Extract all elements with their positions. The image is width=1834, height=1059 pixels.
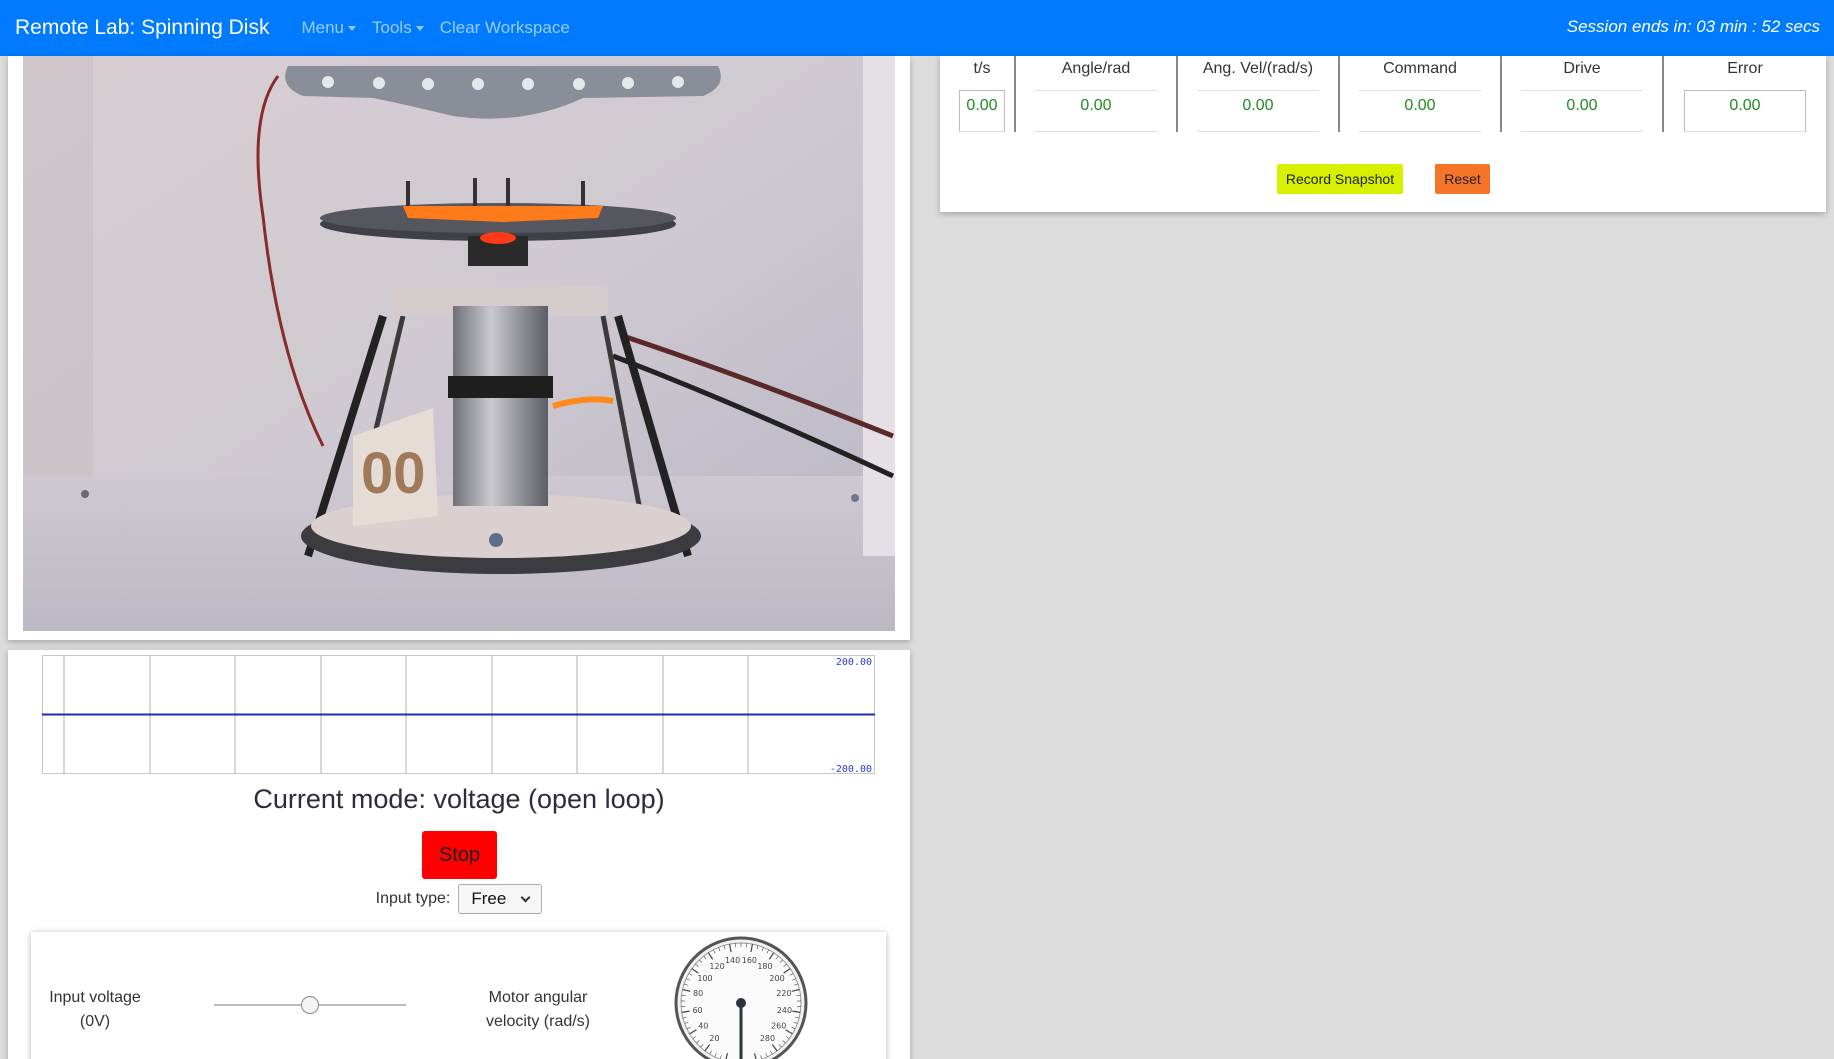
column-value: 0.00 xyxy=(1359,90,1481,132)
input-voltage-label-line1: Input voltage xyxy=(49,989,141,1006)
current-mode-text: Current mode: voltage (open loop) xyxy=(253,784,665,814)
gauge-tick-label: 280 xyxy=(760,1034,775,1043)
menu-label: Menu xyxy=(301,18,345,37)
input-type-row: Input type: Free xyxy=(8,884,910,914)
control-panel: 200.00 -200.00 Current mode: voltage (op… xyxy=(8,650,910,1059)
gauge-tick-label: 160 xyxy=(742,956,757,965)
input-type-select[interactable]: Free xyxy=(458,884,543,914)
gauge-tick-label: 140 xyxy=(725,956,740,965)
input-type-label: Input type: xyxy=(375,890,451,907)
gauge-tick-label: 100 xyxy=(697,974,712,983)
gauge-tick-label: 260 xyxy=(771,1022,786,1031)
voltage-slider-thumb[interactable] xyxy=(301,996,319,1014)
column-header: Ang. Vel/(rad/s) xyxy=(1202,60,1314,77)
gauge-tick-label: 220 xyxy=(776,989,791,998)
gauge-tick-label: 240 xyxy=(777,1006,792,1015)
svg-text:00: 00 xyxy=(361,441,426,506)
plot-min-label: -200.00 xyxy=(830,764,872,775)
column-header: Drive xyxy=(1563,60,1601,77)
input-voltage-label: Input voltage (0V) xyxy=(45,986,145,1034)
gauge-hub xyxy=(736,998,746,1008)
camera-feed-image: 00 xyxy=(23,56,895,631)
clear-workspace-link[interactable]: Clear Workspace xyxy=(440,18,570,38)
voltage-control-card: Input voltage (0V) Motor angular velocit… xyxy=(31,932,886,1059)
tools-label: Tools xyxy=(372,18,412,37)
data-column-error: Error 0.00 xyxy=(1664,56,1826,132)
data-column-time: t/s 0.00 xyxy=(950,56,1016,132)
data-column-command: Command 0.00 xyxy=(1340,56,1502,132)
gauge-tick-label: 60 xyxy=(692,1006,702,1015)
gauge-tick-label: 180 xyxy=(757,962,772,971)
data-table: t/s 0.00 Angle/rad 0.00 Ang. Vel/(rad/s)… xyxy=(940,56,1826,132)
input-voltage-label-line2: (0V) xyxy=(79,1013,111,1030)
velocity-gauge: 2040 60 80 100 120140 160180 200 220 240 260 280 xyxy=(674,936,808,1059)
reset-button[interactable]: Reset xyxy=(1435,164,1490,194)
column-header: t/s xyxy=(973,60,991,77)
gauge-tick-label: 20 xyxy=(709,1034,719,1043)
input-type-value: Free xyxy=(471,889,507,908)
column-value: 0.00 xyxy=(1521,90,1643,132)
column-value: 0.00 xyxy=(1035,90,1157,132)
column-header: Angle/rad xyxy=(1061,60,1131,77)
motor-velocity-label-line2: velocity (rad/s) xyxy=(485,1013,591,1030)
navbar: Remote Lab: Spinning Disk Menu Tools Cle… xyxy=(0,0,1834,56)
data-column-drive: Drive 0.00 xyxy=(1502,56,1664,132)
stop-button[interactable]: Stop xyxy=(422,831,497,879)
chevron-down-icon xyxy=(520,892,531,903)
column-value: 0.00 xyxy=(1684,90,1806,132)
column-value: 0.00 xyxy=(959,90,1005,132)
record-snapshot-button[interactable]: Record Snapshot xyxy=(1277,164,1403,194)
video-panel: 00 xyxy=(8,56,910,640)
plot-max-label: 200.00 xyxy=(836,657,872,668)
gauge-tick-label: 40 xyxy=(698,1022,708,1031)
column-header: Command xyxy=(1383,60,1457,77)
caret-down-icon xyxy=(415,25,424,31)
motor-velocity-label-line1: Motor angular xyxy=(488,989,588,1006)
gauge-tick-label: 80 xyxy=(693,989,703,998)
session-timer: Session ends in: 03 min : 52 secs xyxy=(1566,17,1820,36)
brand-title[interactable]: Remote Lab: Spinning Disk xyxy=(15,16,269,40)
live-plot: 200.00 -200.00 xyxy=(42,655,875,775)
column-header: Error xyxy=(1727,60,1763,77)
motor-velocity-label: Motor angular velocity (rad/s) xyxy=(473,986,603,1034)
tools-dropdown[interactable]: Tools xyxy=(372,18,424,38)
caret-down-icon xyxy=(348,25,357,31)
data-column-angular-velocity: Ang. Vel/(rad/s) 0.00 xyxy=(1178,56,1340,132)
menu-dropdown[interactable]: Menu xyxy=(301,18,357,38)
gauge-tick-label: 200 xyxy=(769,974,784,983)
data-column-angle: Angle/rad 0.00 xyxy=(1016,56,1178,132)
gauge-tick-label: 120 xyxy=(709,962,724,971)
column-value: 0.00 xyxy=(1197,90,1319,132)
data-panel: t/s 0.00 Angle/rad 0.00 Ang. Vel/(rad/s)… xyxy=(940,56,1826,212)
